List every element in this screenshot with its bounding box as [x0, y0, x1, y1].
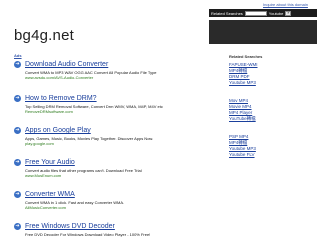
ad-title-link[interactable]: Free Your Audio	[25, 159, 75, 166]
ads-label[interactable]: Ads	[14, 53, 22, 58]
ad-item: ➜ Download Audio Converter Convert WMA t…	[14, 60, 157, 80]
header-banner	[209, 20, 317, 44]
ad-title-link[interactable]: Free Windows DVD Decoder	[25, 223, 115, 230]
search-go-button[interactable]: »	[285, 10, 292, 16]
arrow-right-icon[interactable]: ➜	[14, 95, 21, 102]
related-link[interactable]: Youtube FLV	[229, 152, 255, 158]
arrow-right-icon[interactable]: ➜	[14, 127, 21, 134]
arrow-right-icon[interactable]: ➜	[14, 191, 21, 198]
ad-title-link[interactable]: How to Remove DRM?	[25, 95, 97, 102]
related-link[interactable]: Youtube MP3	[229, 80, 256, 86]
ad-item: ➜ Converter WMA Convert WMA in 1 click. …	[14, 190, 124, 210]
ad-title-link[interactable]: Apps on Google Play	[25, 127, 91, 134]
ad-item: ➜ Free Your Audio Convert audio files th…	[14, 158, 142, 178]
search-bar: Related Searches Youtube »	[209, 9, 317, 17]
ad-item: ➜ Apps on Google Play Apps, Games, Music…	[14, 126, 153, 146]
related-searches-heading: Related Searches	[229, 54, 263, 59]
related-link[interactable]: YouTube轉檔	[229, 116, 256, 122]
search-label-related: Related Searches	[211, 10, 243, 16]
ad-title-link[interactable]: Converter WMA	[25, 191, 75, 198]
ad-description: Free DVD Decoder For Windows Download Vi…	[25, 232, 151, 237]
ad-url-link[interactable]: RemoveDRMsoftware.com	[25, 109, 163, 114]
site-logo[interactable]: bg4g.net	[14, 27, 74, 44]
ad-url-link[interactable]: play.google.com	[25, 141, 153, 146]
search-input[interactable]	[244, 10, 267, 16]
inquire-domain-link[interactable]: Inquire about this domain	[263, 2, 308, 7]
ad-url-link[interactable]: www.avsdu.com/AVS-Audio-Converter	[25, 75, 157, 80]
ad-url-link[interactable]: AllMusicConverter.com	[25, 205, 124, 210]
arrow-right-icon[interactable]: ➜	[14, 61, 21, 68]
ad-item: ➜ How to Remove DRM? Top Selling DRM Rem…	[14, 94, 163, 114]
ad-url-link[interactable]: www.MusEnum.com	[25, 173, 142, 178]
ad-item: ➜ Free Windows DVD Decoder Free DVD Deco…	[14, 222, 150, 237]
arrow-right-icon[interactable]: ➜	[14, 159, 21, 166]
ad-title-link[interactable]: Download Audio Converter	[25, 61, 108, 68]
search-label-youtube: Youtube	[268, 10, 284, 16]
arrow-right-icon[interactable]: ➜	[14, 223, 21, 230]
